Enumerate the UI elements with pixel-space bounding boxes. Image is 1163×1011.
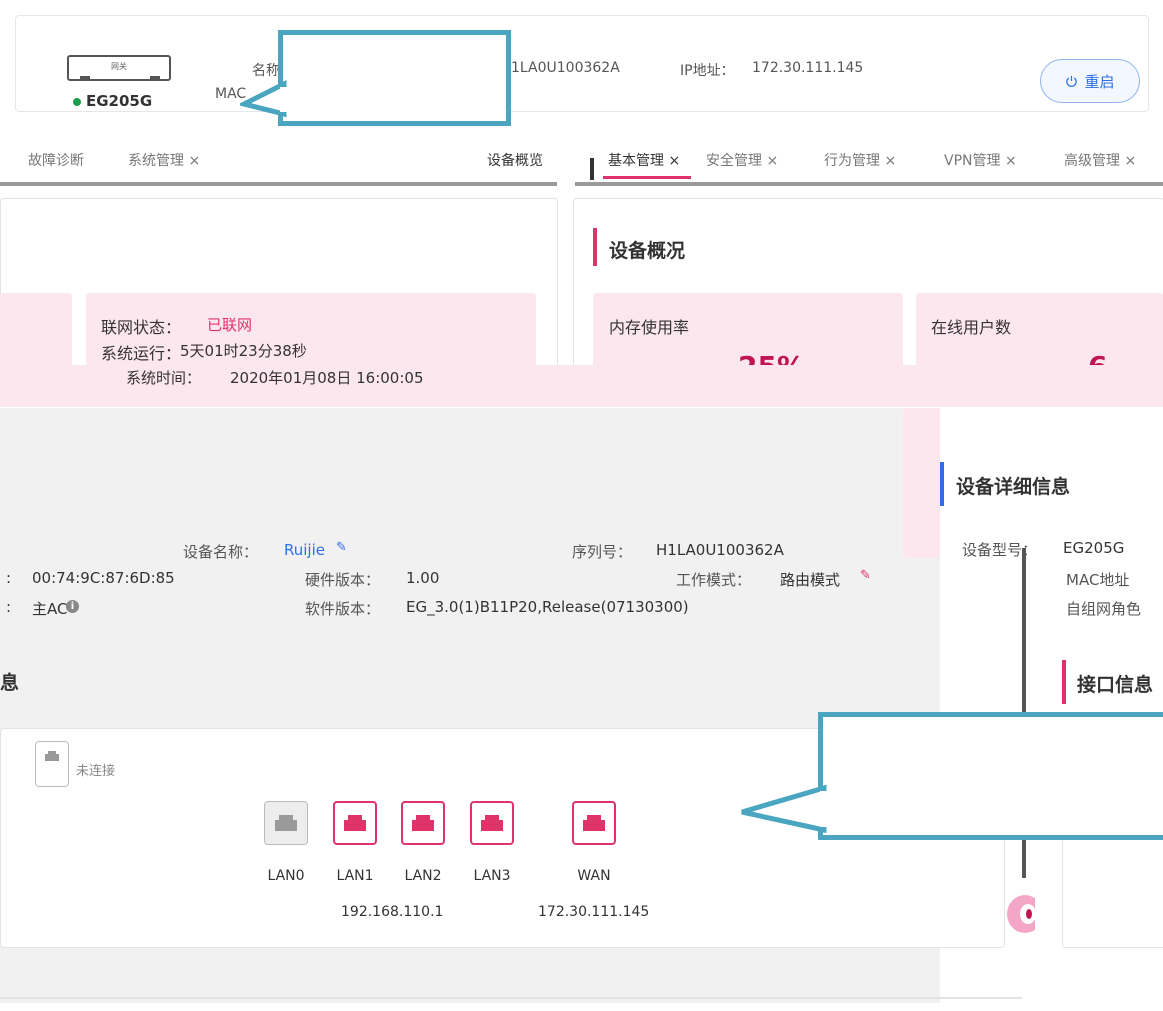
work-mode-label: 工作模式： xyxy=(676,571,752,589)
mac-value: 00:74:9C:87:6D:85 xyxy=(32,569,175,587)
ethernet-port-icon xyxy=(412,815,434,831)
ip-value: 172.30.111.145 xyxy=(752,60,864,76)
tab-strip-divider-left xyxy=(0,182,557,186)
device-model-name: EG205G xyxy=(86,92,153,110)
tab-advanced-management[interactable]: 高级管理 × xyxy=(1064,150,1136,170)
mac-address-label: MAC地址 xyxy=(1066,571,1130,589)
ethernet-port-icon xyxy=(481,815,503,831)
bottom-divider xyxy=(0,997,1022,999)
tab-scroll-marker xyxy=(590,158,594,180)
ethernet-port-icon xyxy=(45,751,59,761)
ip-label: IP地址： xyxy=(680,63,735,79)
ac-colon: : xyxy=(6,598,12,616)
tab-strip-divider-right xyxy=(575,182,1163,186)
interface-title: 接口信息 xyxy=(1077,674,1154,696)
serial-number-partial: 1LA0U100362A xyxy=(511,60,620,76)
system-time-value: 2020年01月08日 16:00:05 xyxy=(230,369,424,387)
tab-fault-diagnosis[interactable]: 故障诊断 xyxy=(28,150,84,170)
device-model-value: EG205G xyxy=(1063,539,1125,557)
legend-port-icon xyxy=(35,741,69,787)
uptime-value: 5天01时23分38秒 xyxy=(180,342,307,360)
device-foot-right xyxy=(150,76,160,80)
software-version-label: 软件版本： xyxy=(305,600,381,618)
callout-pointer-bottom xyxy=(741,784,828,834)
device-name-label: 设备名称： xyxy=(183,543,259,561)
work-mode-value: 路由模式 xyxy=(780,571,841,589)
device-name-value: Ruijie xyxy=(284,541,325,559)
reboot-button[interactable]: 重启 xyxy=(1040,59,1140,103)
network-status-value: 已联网 xyxy=(207,316,253,334)
active-tab-underline xyxy=(603,176,691,179)
ethernet-port-icon xyxy=(583,815,605,831)
ethernet-port-icon xyxy=(275,815,297,831)
memory-title: 内存使用率 xyxy=(609,318,690,337)
interface-title-bar xyxy=(1062,660,1066,704)
legend-unconnected-label: 未连接 xyxy=(76,764,116,779)
ac-role-value: 主AC xyxy=(32,600,68,618)
assistant-mascot-icon[interactable] xyxy=(1003,893,1035,935)
software-version-value: EG_3.0(1)B11P20,Release(07130300) xyxy=(406,598,689,616)
port-label-wan: WAN xyxy=(577,868,611,884)
port-label-lan2: LAN2 xyxy=(404,868,442,884)
port-lan1[interactable] xyxy=(333,801,377,845)
tab-vpn-management[interactable]: VPN管理 × xyxy=(944,150,1017,170)
interface-title-fragment: 息 xyxy=(0,672,20,694)
overview-title: 设备概况 xyxy=(609,240,686,262)
port-lan0[interactable] xyxy=(264,801,308,845)
port-lan3[interactable] xyxy=(470,801,514,845)
callout-box-bottom xyxy=(818,712,1163,840)
tab-system-management[interactable]: 系统管理 × xyxy=(128,150,200,170)
hardware-version-label: 硬件版本： xyxy=(305,571,381,589)
mesh-role-label: 自组网角色 xyxy=(1066,600,1142,618)
lan-ip-address: 192.168.110.1 xyxy=(341,904,444,920)
details-title-bar xyxy=(940,462,944,506)
tab-security-management[interactable]: 安全管理 × xyxy=(706,150,778,170)
port-label-lan0: LAN0 xyxy=(267,868,305,884)
wan-ip-address: 172.30.111.145 xyxy=(538,904,650,920)
serial-number-value: H1LA0U100362A xyxy=(656,541,784,559)
network-status-label: 联网状态： xyxy=(101,318,182,337)
details-title: 设备详细信息 xyxy=(956,476,1071,498)
mac-colon: : xyxy=(6,569,12,587)
port-label-lan3: LAN3 xyxy=(473,868,511,884)
name-label: 名称 xyxy=(252,63,280,79)
device-foot-left xyxy=(80,76,90,80)
port-label-lan1: LAN1 xyxy=(336,868,374,884)
reboot-label: 重启 xyxy=(1084,72,1115,91)
tab-behavior-management[interactable]: 行为管理 × xyxy=(824,150,896,170)
online-status-dot xyxy=(73,98,81,106)
port-lan2[interactable] xyxy=(401,801,445,845)
edit-device-name-icon[interactable]: ✎ xyxy=(336,540,347,555)
online-users-title: 在线用户数 xyxy=(931,318,1012,337)
edit-work-mode-icon[interactable]: ✎ xyxy=(860,568,871,583)
overview-title-bar xyxy=(593,228,597,266)
tab-device-overview[interactable]: 设备概览 xyxy=(487,150,543,170)
uptime-label: 系统运行： xyxy=(101,344,182,363)
hardware-version-value: 1.00 xyxy=(406,569,440,587)
tab-basic-management[interactable]: 基本管理 × xyxy=(608,150,680,170)
details-accent-strip xyxy=(903,408,941,558)
callout-pointer-top xyxy=(240,79,288,118)
ethernet-port-icon xyxy=(344,815,366,831)
info-icon[interactable]: i xyxy=(66,600,79,613)
serial-number-label: 序列号： xyxy=(572,543,633,561)
callout-box-top xyxy=(278,30,511,126)
port-wan[interactable] xyxy=(572,801,616,845)
power-icon xyxy=(1066,75,1078,87)
status-card-left xyxy=(0,293,72,373)
system-time-label: 系统时间： xyxy=(126,369,202,387)
device-icon-label: 网关 xyxy=(111,62,127,71)
